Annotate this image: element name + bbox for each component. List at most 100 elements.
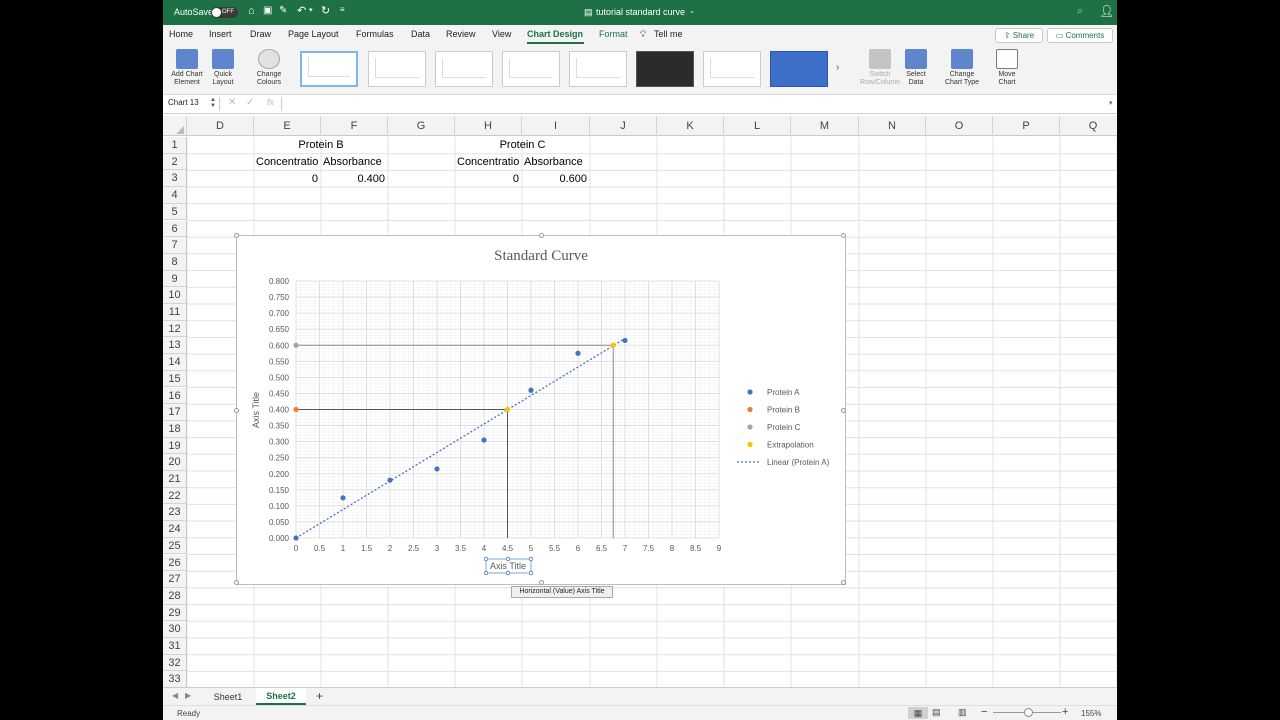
row-header-27[interactable]: 27	[163, 571, 187, 588]
cell-e2[interactable]: Concentratio	[256, 154, 320, 170]
select-data-button[interactable]: Select Data	[903, 49, 929, 87]
gallery-next-icon[interactable]: ›	[836, 62, 839, 73]
home-icon[interactable]: ⌂	[248, 5, 255, 17]
chart-style-4[interactable]	[502, 51, 560, 87]
row-header-23[interactable]: 23	[163, 504, 187, 522]
zoom-in-icon[interactable]: +	[1062, 706, 1068, 718]
row-header-32[interactable]: 32	[163, 654, 187, 672]
row-header-3[interactable]: 3	[163, 170, 187, 188]
row-header-18[interactable]: 18	[163, 420, 187, 438]
zoom-level[interactable]: 155%	[1081, 709, 1101, 718]
row-header-13[interactable]: 13	[163, 337, 187, 355]
change-colours-button[interactable]: Change Colours	[249, 49, 289, 87]
title-chevron-icon[interactable]: ⌄	[689, 7, 695, 15]
cancel-icon[interactable]: ✕	[228, 97, 236, 108]
name-box-stepper-icon[interactable]: ▲ ▼	[210, 97, 216, 109]
cell-h2[interactable]: Concentratio	[457, 154, 521, 170]
chart-object[interactable]: Standard Curve 0 0.5 1 1.5 2 2.5 3 3.5 4 4.5 5 5.5 6 6…	[234, 233, 846, 585]
row-header-2[interactable]: 2	[163, 153, 187, 171]
page-break-view-icon[interactable]: ▥	[958, 707, 967, 718]
tab-insert[interactable]: Insert	[209, 29, 232, 39]
row-header-10[interactable]: 10	[163, 287, 187, 304]
chart-style-5[interactable]	[569, 51, 627, 87]
cell-h3[interactable]: 0	[455, 171, 519, 187]
account-icon[interactable]: 👤︎	[1099, 4, 1114, 18]
autosave-toggle[interactable]: OFF	[211, 7, 238, 18]
chart-style-6[interactable]	[636, 51, 694, 87]
zoom-slider-thumb[interactable]	[1024, 708, 1033, 717]
tab-page-layout[interactable]: Page Layout	[288, 29, 339, 39]
column-header-j[interactable]: J	[590, 116, 657, 136]
add-chart-element-button[interactable]: Add Chart Element	[167, 49, 207, 87]
row-header-8[interactable]: 8	[163, 253, 187, 271]
row-header-5[interactable]: 5	[163, 203, 187, 221]
redo-icon[interactable]: ↻	[321, 4, 330, 17]
move-chart-button[interactable]: Move Chart	[993, 49, 1021, 87]
edit-icon[interactable]: ✎	[279, 5, 287, 16]
row-header-11[interactable]: 11	[163, 304, 187, 321]
column-header-f[interactable]: F	[321, 116, 388, 136]
undo-dropdown-icon[interactable]: ▾	[309, 6, 313, 14]
row-header-1[interactable]: 1	[163, 137, 187, 154]
sheet-next-icon[interactable]: ▶	[185, 691, 191, 700]
row-header-7[interactable]: 7	[163, 237, 187, 254]
share-button[interactable]: ⇪ Share	[995, 28, 1043, 43]
row-header-19[interactable]: 19	[163, 437, 187, 455]
column-header-g[interactable]: G	[388, 116, 455, 136]
chart-style-1[interactable]	[300, 51, 358, 87]
comments-button[interactable]: ▭ Comments	[1047, 28, 1113, 43]
column-header-p[interactable]: P	[993, 116, 1060, 136]
tab-draw[interactable]: Draw	[250, 29, 271, 39]
row-header-12[interactable]: 12	[163, 320, 187, 338]
undo-icon[interactable]: ↶	[297, 4, 306, 17]
column-header-d[interactable]: D	[187, 116, 254, 136]
row-header-16[interactable]: 16	[163, 387, 187, 405]
chart-style-3[interactable]	[435, 51, 493, 87]
tab-chart-design[interactable]: Chart Design	[527, 29, 583, 39]
cell-e1[interactable]: Protein B	[254, 137, 388, 153]
confirm-icon[interactable]: ✓	[246, 97, 254, 108]
page-layout-view-icon[interactable]: ▤	[932, 707, 941, 718]
tab-data[interactable]: Data	[411, 29, 430, 39]
row-header-9[interactable]: 9	[163, 270, 187, 288]
cell-i3[interactable]: 0.600	[522, 171, 587, 187]
customize-toolbar-icon[interactable]: ≡	[340, 5, 345, 14]
column-header-q[interactable]: Q	[1060, 116, 1117, 136]
row-header-21[interactable]: 21	[163, 471, 187, 488]
document-title[interactable]: tutorial standard curve	[596, 7, 685, 17]
quick-layout-button[interactable]: Quick Layout	[207, 49, 239, 87]
fx-icon[interactable]: fx	[267, 97, 274, 107]
row-header-22[interactable]: 22	[163, 487, 187, 505]
expand-formula-icon[interactable]: ▾	[1109, 99, 1113, 107]
tell-me[interactable]: Tell me	[654, 29, 683, 39]
tab-view[interactable]: View	[492, 29, 511, 39]
row-header-6[interactable]: 6	[163, 220, 187, 238]
chart-style-2[interactable]	[368, 51, 426, 87]
row-header-25[interactable]: 25	[163, 537, 187, 555]
row-header-30[interactable]: 30	[163, 621, 187, 638]
cell-e3[interactable]: 0	[254, 171, 318, 187]
row-header-15[interactable]: 15	[163, 370, 187, 388]
column-header-i[interactable]: I	[522, 116, 590, 136]
row-header-24[interactable]: 24	[163, 521, 187, 538]
name-box[interactable]: Chart 13	[168, 98, 199, 107]
row-header-20[interactable]: 20	[163, 454, 187, 471]
zoom-out-icon[interactable]: −	[981, 706, 987, 718]
cell-f2[interactable]: Absorbance	[323, 154, 387, 170]
select-all-corner[interactable]	[163, 116, 187, 136]
tab-review[interactable]: Review	[446, 29, 476, 39]
cell-h1[interactable]: Protein C	[455, 137, 590, 153]
sheet-prev-icon[interactable]: ◀	[172, 691, 178, 700]
save-icon[interactable]: ▣	[263, 5, 272, 16]
column-header-o[interactable]: O	[926, 116, 993, 136]
cell-i2[interactable]: Absorbance	[524, 154, 589, 170]
row-header-4[interactable]: 4	[163, 187, 187, 204]
sheet-tab-sheet2[interactable]: Sheet2	[256, 688, 306, 705]
tab-home[interactable]: Home	[169, 29, 193, 39]
row-header-14[interactable]: 14	[163, 354, 187, 371]
switch-row-column-button[interactable]: Switch Row/Column	[858, 49, 902, 87]
row-header-17[interactable]: 17	[163, 404, 187, 421]
sheet-tab-sheet1[interactable]: Sheet1	[203, 690, 253, 704]
tab-format[interactable]: Format	[599, 29, 628, 39]
column-header-n[interactable]: N	[859, 116, 926, 136]
